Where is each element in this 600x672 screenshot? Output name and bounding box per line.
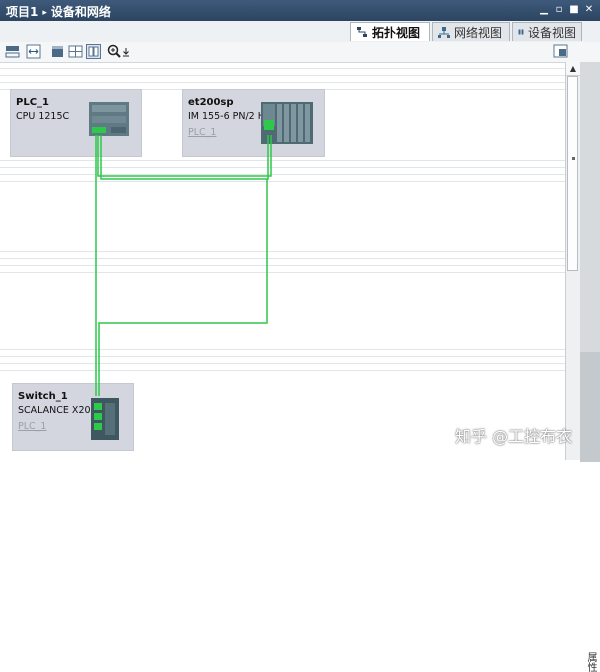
scroll-up-icon[interactable]: ▲ xyxy=(566,62,580,76)
grid-line xyxy=(0,251,565,252)
grid-line xyxy=(0,82,565,83)
zoom-icon[interactable] xyxy=(107,44,122,59)
split-view-icon[interactable] xyxy=(86,44,101,59)
view-tabbar: 拓扑视图 网络视图 设备视图 xyxy=(0,21,600,43)
grid-line xyxy=(0,75,565,76)
grid-line xyxy=(0,356,565,357)
device-name: Switch_1 xyxy=(18,391,68,402)
fit-view-icon[interactable] xyxy=(26,44,41,59)
device-switch-1[interactable]: Switch_1 SCALANCE X20... PLC_1 xyxy=(12,383,134,451)
grid-line xyxy=(0,265,565,266)
overview-navigation-icon[interactable] xyxy=(553,44,568,59)
grid-line xyxy=(0,167,565,168)
device-name: PLC_1 xyxy=(16,97,49,108)
maximize-icon[interactable]: ■ xyxy=(569,4,579,15)
scalance-switch-icon xyxy=(91,398,119,440)
breadcrumb: 项目1 ▸ 设备和网络 xyxy=(6,3,111,20)
topology-toolbar xyxy=(0,42,600,63)
breadcrumb-current: 设备和网络 xyxy=(50,5,111,19)
topology-canvas[interactable]: PLC_1 CPU 1215C et200sp IM 155-6 PN/2 HF… xyxy=(0,63,565,460)
plc-module-icon xyxy=(89,102,129,136)
properties-panel-tab[interactable]: 属性 xyxy=(580,352,600,672)
grid-line xyxy=(0,363,565,364)
minimize-icon[interactable]: ▁ xyxy=(539,4,549,15)
et200sp-station-icon xyxy=(261,102,313,144)
device-model: CPU 1215C xyxy=(16,111,70,122)
show-device-names-icon[interactable] xyxy=(5,44,20,59)
editor-titlebar: 项目1 ▸ 设备和网络 ▁ ▫ ■ ✕ xyxy=(0,0,600,21)
properties-panel-label: 属性 xyxy=(585,652,596,672)
scroll-thumb[interactable] xyxy=(567,76,578,271)
breadcrumb-separator-icon: ▸ xyxy=(42,8,47,18)
side-panel-strip: 属性 xyxy=(580,62,600,672)
network-view-icon xyxy=(438,27,450,38)
topology-view-icon xyxy=(357,27,367,37)
tab-device-view[interactable]: 设备视图 xyxy=(512,22,582,41)
grid-line xyxy=(0,160,565,161)
device-owner-link[interactable]: PLC_1 xyxy=(188,127,216,138)
float-window-icon[interactable]: ▫ xyxy=(554,4,564,15)
device-view-icon xyxy=(518,29,524,35)
device-name: et200sp xyxy=(188,97,234,108)
grid-line xyxy=(0,68,565,69)
grid-line xyxy=(0,272,565,273)
tab-label: 拓扑视图 xyxy=(372,25,421,40)
device-owner-link[interactable]: PLC_1 xyxy=(18,421,46,432)
grid-line xyxy=(0,174,565,175)
grid-line xyxy=(0,349,565,350)
zoom-dropdown-icon[interactable] xyxy=(121,44,131,59)
device-model: SCALANCE X20... xyxy=(18,405,100,416)
window-controls: ▁ ▫ ■ ✕ xyxy=(539,4,594,15)
watermark: 知乎 @工控布衣 xyxy=(455,427,573,446)
tab-label: 网络视图 xyxy=(454,25,503,40)
page-break-icon[interactable] xyxy=(50,44,65,59)
grid-line xyxy=(0,258,565,259)
close-icon[interactable]: ✕ xyxy=(584,4,594,15)
scroll-grip-icon xyxy=(572,157,575,160)
grid-line xyxy=(0,370,565,371)
device-plc-1[interactable]: PLC_1 CPU 1215C xyxy=(10,89,142,157)
tab-topology-view[interactable]: 拓扑视图 xyxy=(350,22,430,41)
tab-network-view[interactable]: 网络视图 xyxy=(432,22,510,41)
device-model: IM 155-6 PN/2 HF xyxy=(188,111,271,122)
grid-layout-icon[interactable] xyxy=(68,44,83,59)
vertical-scrollbar[interactable]: ▲ xyxy=(565,62,580,460)
breadcrumb-project[interactable]: 项目1 xyxy=(6,5,38,19)
tab-label: 设备视图 xyxy=(527,25,576,40)
grid-line xyxy=(0,181,565,182)
device-et200sp[interactable]: et200sp IM 155-6 PN/2 HF PLC_1 xyxy=(182,89,325,157)
